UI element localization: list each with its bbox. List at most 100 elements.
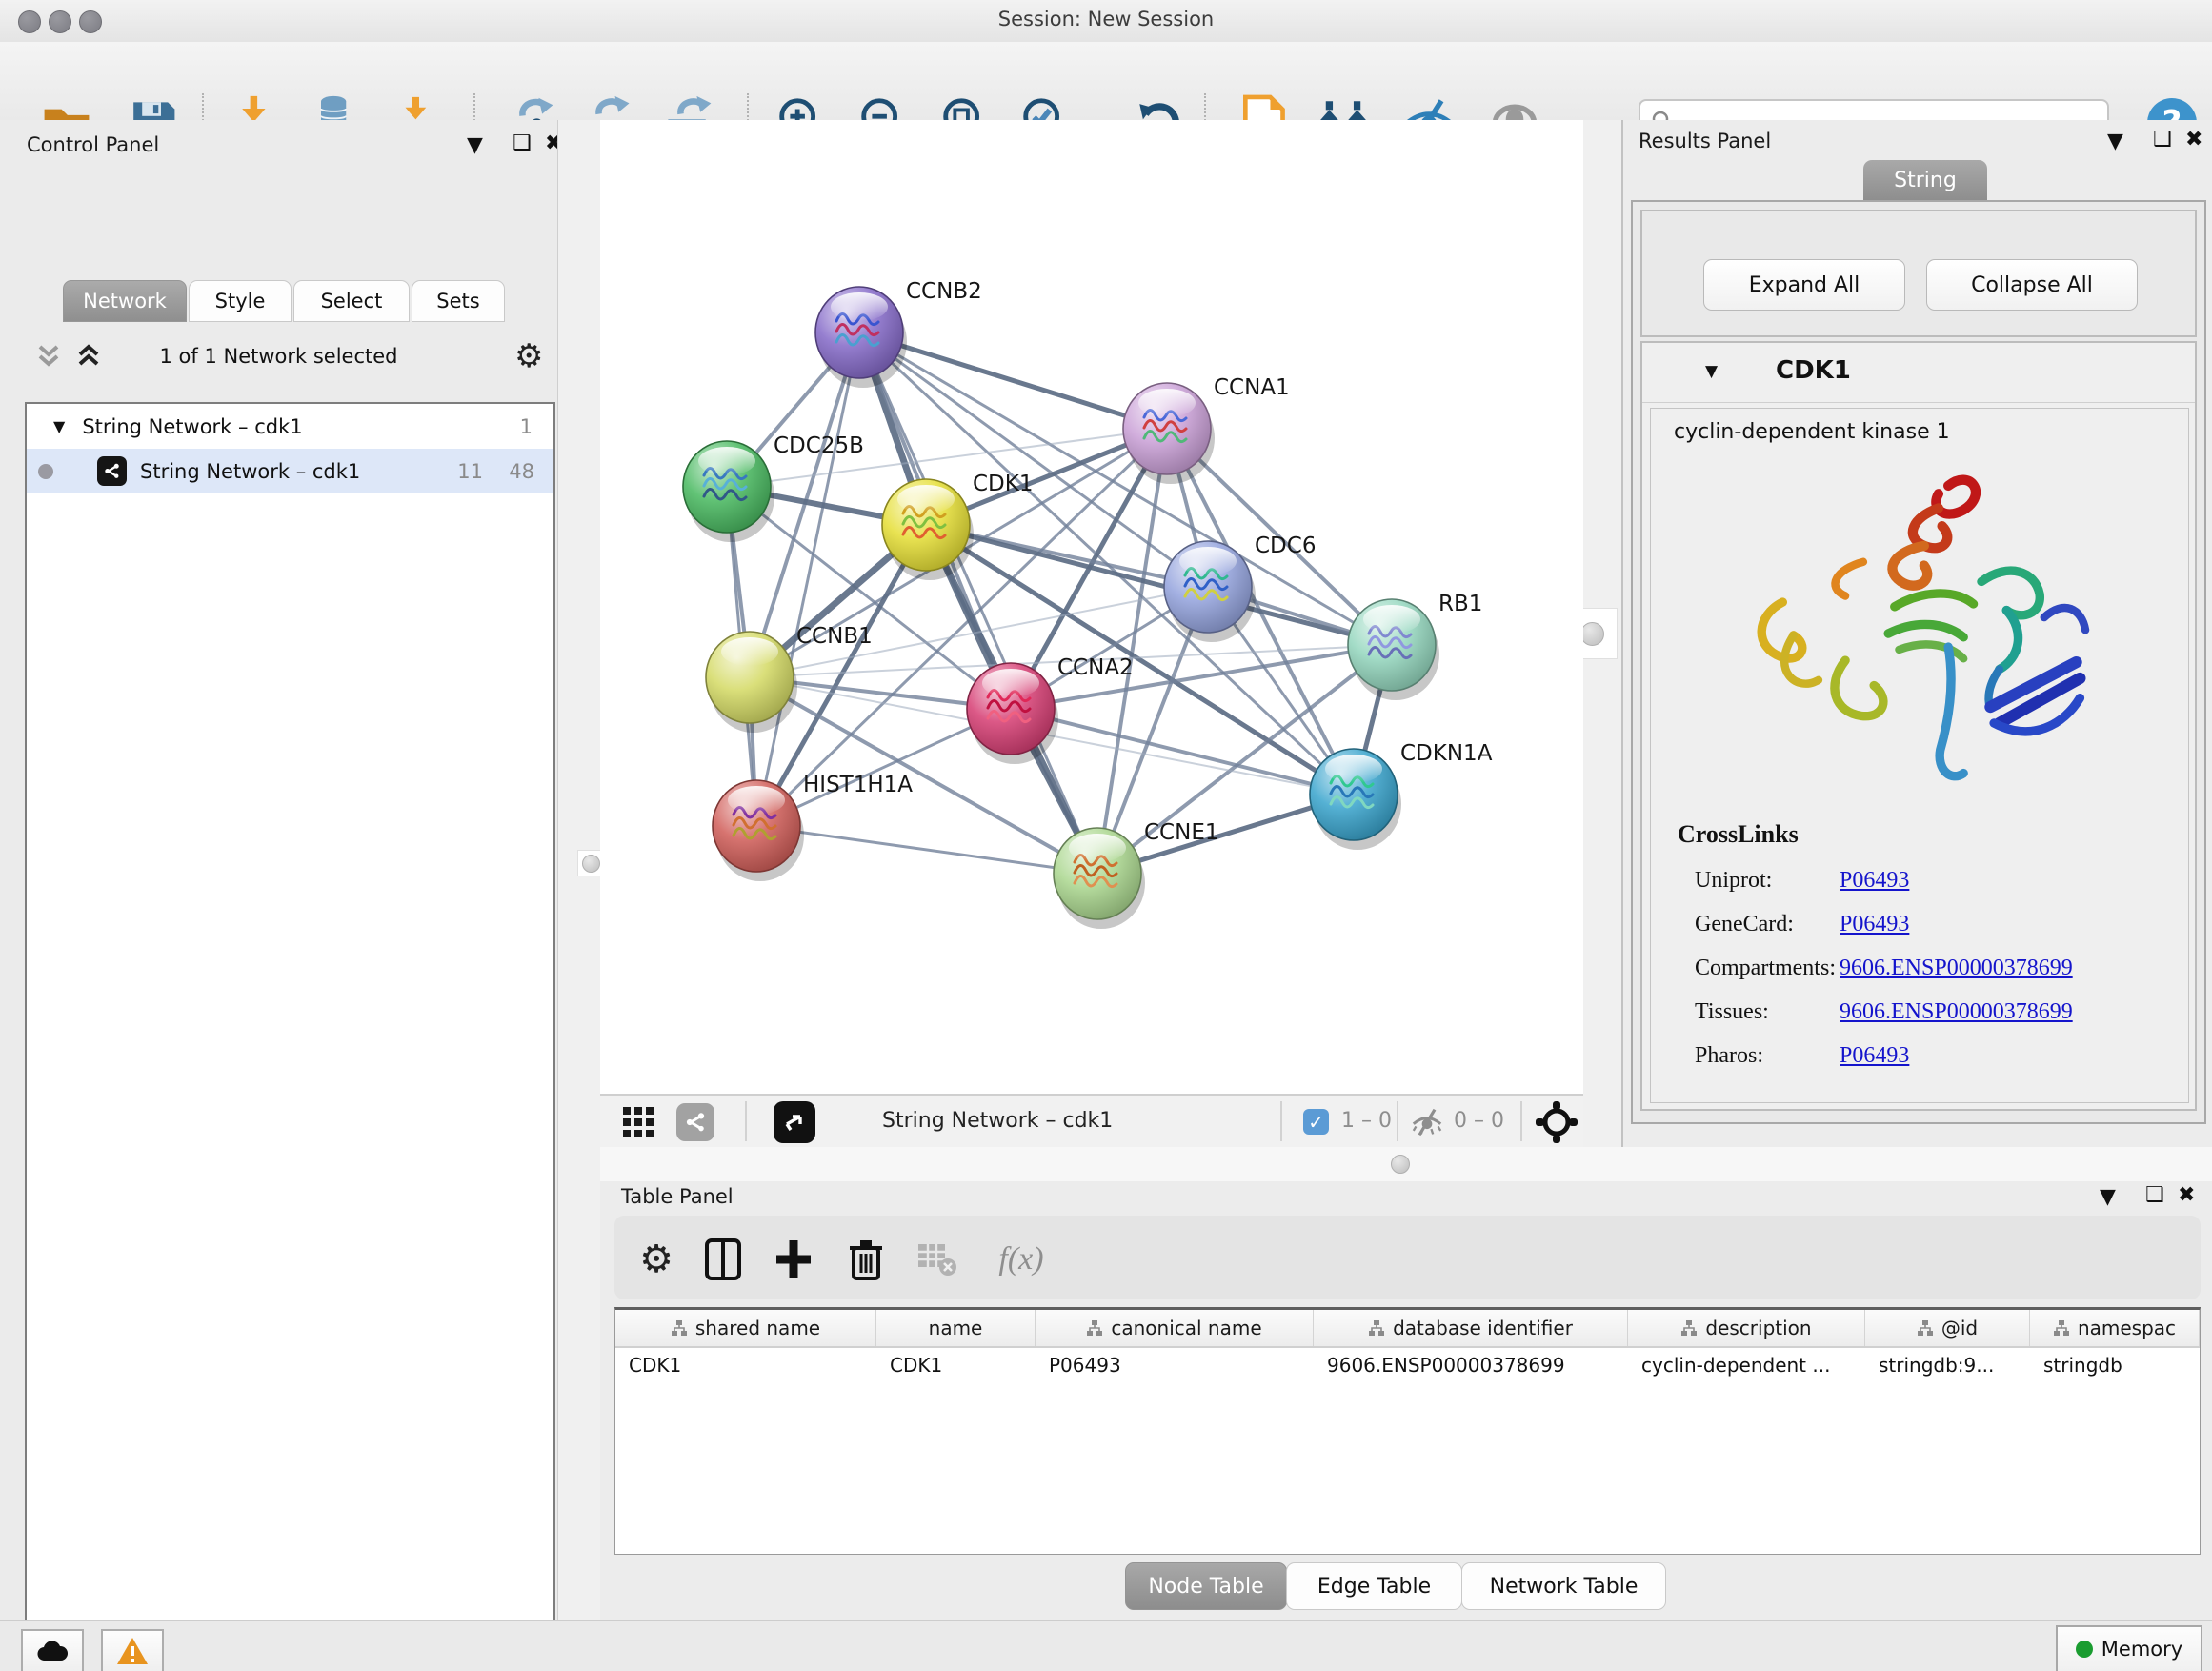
network-node-CCNE1[interactable] — [1054, 828, 1145, 929]
warnings-button[interactable] — [101, 1629, 164, 1671]
network-node-HIST1H1A[interactable] — [713, 780, 804, 881]
float-panel-icon[interactable]: ▼ — [467, 135, 483, 156]
table-cell: stringdb:9... — [1865, 1348, 2030, 1382]
node-label: RB1 — [1438, 592, 1482, 616]
tab-sets[interactable]: Sets — [412, 280, 505, 322]
tab-string[interactable]: String — [1863, 160, 1987, 200]
tab-network[interactable]: Network — [63, 280, 187, 322]
crosslink-link[interactable]: P06493 — [1840, 1043, 1909, 1069]
maximize-panel-icon[interactable]: ❑ — [2153, 130, 2172, 151]
network-node-CDKN1A[interactable] — [1310, 749, 1401, 850]
fit-selected-icon[interactable] — [1536, 1101, 1578, 1143]
crosslink-row: Pharos:P06493 — [1695, 1034, 2171, 1077]
results-panel-title: Results Panel — [1639, 130, 1771, 152]
table-row[interactable]: CDK1CDK1P064939606.ENSP00000378699cyclin… — [615, 1348, 2200, 1382]
network-edge[interactable] — [926, 525, 1392, 645]
crosslink-link[interactable]: 9606.ENSP00000378699 — [1840, 999, 2073, 1025]
close-panel-icon[interactable]: ✖ — [2185, 130, 2202, 151]
gear-icon[interactable]: ⚙ — [514, 337, 543, 375]
node-count: 11 — [457, 460, 483, 483]
function-builder-icon: f(x) — [978, 1235, 1064, 1284]
column-type-icon — [1917, 1319, 1934, 1337]
cloud-icon — [36, 1640, 69, 1662]
network-canvas[interactable]: CCNB2CCNA1CDC25BCDK1CDC6RB1CCNB1CCNA2CDK… — [600, 120, 1583, 1094]
table-cell: CDK1 — [876, 1348, 1036, 1382]
crosslink-link[interactable]: 9606.ENSP00000378699 — [1840, 956, 2073, 981]
maximize-panel-icon[interactable]: ❑ — [513, 133, 532, 154]
selected-checkbox[interactable]: ✓ — [1303, 1109, 1329, 1135]
tab-style[interactable]: Style — [189, 280, 292, 322]
network-node-RB1[interactable] — [1348, 599, 1439, 700]
tab-node-table[interactable]: Node Table — [1125, 1562, 1287, 1610]
crosslinks-heading: CrossLinks — [1678, 820, 1799, 849]
node-label: CDKN1A — [1400, 741, 1493, 766]
delete-column-icon[interactable] — [841, 1235, 891, 1284]
close-panel-icon[interactable]: ✖ — [2178, 1185, 2195, 1206]
crosslink-link[interactable]: P06493 — [1840, 912, 1909, 937]
maximize-panel-icon[interactable]: ❑ — [2145, 1185, 2164, 1206]
column-header-name[interactable]: name — [876, 1310, 1036, 1346]
protein-section: ▼ CDK1 cyclin-dependent kinase 1 — [1640, 341, 2197, 1111]
column-header-database-identifier[interactable]: database identifier — [1314, 1310, 1628, 1346]
warning-icon — [116, 1637, 149, 1665]
table-panel-title: Table Panel — [621, 1185, 734, 1208]
column-header-@id[interactable]: @id — [1865, 1310, 2030, 1346]
node-label: HIST1H1A — [803, 773, 913, 797]
column-type-icon — [1680, 1319, 1698, 1337]
crosslink-label: Pharos: — [1695, 1043, 1840, 1069]
float-panel-icon[interactable]: ▼ — [2107, 131, 2123, 152]
crosslink-label: Compartments: — [1695, 956, 1840, 981]
tab-select[interactable]: Select — [293, 280, 410, 322]
collapse-triangle-icon[interactable]: ▼ — [53, 417, 65, 435]
table-cell: CDK1 — [615, 1348, 876, 1382]
show-columns-icon[interactable] — [698, 1235, 748, 1284]
collapse-triangle-icon[interactable]: ▼ — [1705, 362, 1718, 381]
string-network-icon — [97, 456, 127, 486]
crosslink-link[interactable]: P06493 — [1840, 868, 1909, 894]
float-panel-icon[interactable]: ▼ — [2100, 1187, 2116, 1208]
open-in-new-window-icon[interactable] — [774, 1101, 815, 1143]
network-node-CDC25B[interactable] — [683, 441, 774, 542]
network-collection-row[interactable]: ▼ String Network – cdk1 1 — [27, 404, 553, 449]
cloud-button[interactable] — [21, 1629, 84, 1671]
horizontal-splitter[interactable] — [600, 1147, 2212, 1182]
collection-label: String Network – cdk1 — [82, 415, 302, 438]
network-row-selected[interactable]: String Network – cdk1 11 48 — [27, 449, 553, 493]
column-header-description[interactable]: description — [1628, 1310, 1865, 1346]
table-toolbar: ⚙ f(x) — [614, 1216, 2201, 1299]
edge-count: 48 — [509, 460, 534, 483]
memory-status-icon — [2076, 1641, 2093, 1658]
add-column-icon[interactable] — [769, 1235, 818, 1284]
network-node-CDK1[interactable] — [882, 479, 974, 580]
collapse-all-button[interactable]: Collapse All — [1926, 259, 2138, 311]
network-node-CCNB2[interactable] — [815, 287, 907, 388]
separator — [1520, 1101, 1522, 1141]
expand-all-button[interactable]: Expand All — [1703, 259, 1905, 311]
string-style-icon[interactable] — [676, 1103, 714, 1141]
table-cell: P06493 — [1036, 1348, 1314, 1382]
left-splitter[interactable] — [557, 120, 601, 1620]
splitter-grip[interactable] — [1580, 622, 1604, 646]
tab-network-table[interactable]: Network Table — [1461, 1562, 1666, 1610]
birds-eye-view-icon[interactable] — [621, 1105, 655, 1139]
network-node-CCNA1[interactable] — [1123, 383, 1215, 484]
crosslink-label: GeneCard: — [1695, 912, 1840, 937]
protein-section-header[interactable]: ▼ CDK1 — [1642, 343, 2195, 403]
table-gear-icon[interactable]: ⚙ — [632, 1235, 681, 1284]
memory-button[interactable]: Memory — [2056, 1625, 2202, 1671]
network-edge[interactable] — [756, 826, 1097, 874]
node-label: CCNE1 — [1144, 820, 1219, 845]
splitter-grip[interactable] — [1391, 1155, 1410, 1174]
crosslink-row: Tissues:9606.ENSP00000378699 — [1695, 990, 2171, 1034]
network-view-toolbar: String Network – cdk1 ✓ 1 – 0 0 – 0 — [600, 1094, 1583, 1150]
title-bar: Session: New Session — [0, 0, 2212, 43]
column-header-shared-name[interactable]: shared name — [615, 1310, 876, 1346]
column-header-canonical-name[interactable]: canonical name — [1036, 1310, 1314, 1346]
splitter-grip[interactable] — [582, 855, 600, 873]
node-label: CCNA1 — [1214, 375, 1290, 400]
column-header-namespac[interactable]: namespac — [2030, 1310, 2200, 1346]
node-table[interactable]: shared namenamecanonical namedatabase id… — [614, 1307, 2201, 1555]
tab-edge-table[interactable]: Edge Table — [1286, 1562, 1462, 1610]
node-label: CCNB1 — [796, 624, 873, 649]
network-node-CCNA2[interactable] — [967, 663, 1058, 764]
